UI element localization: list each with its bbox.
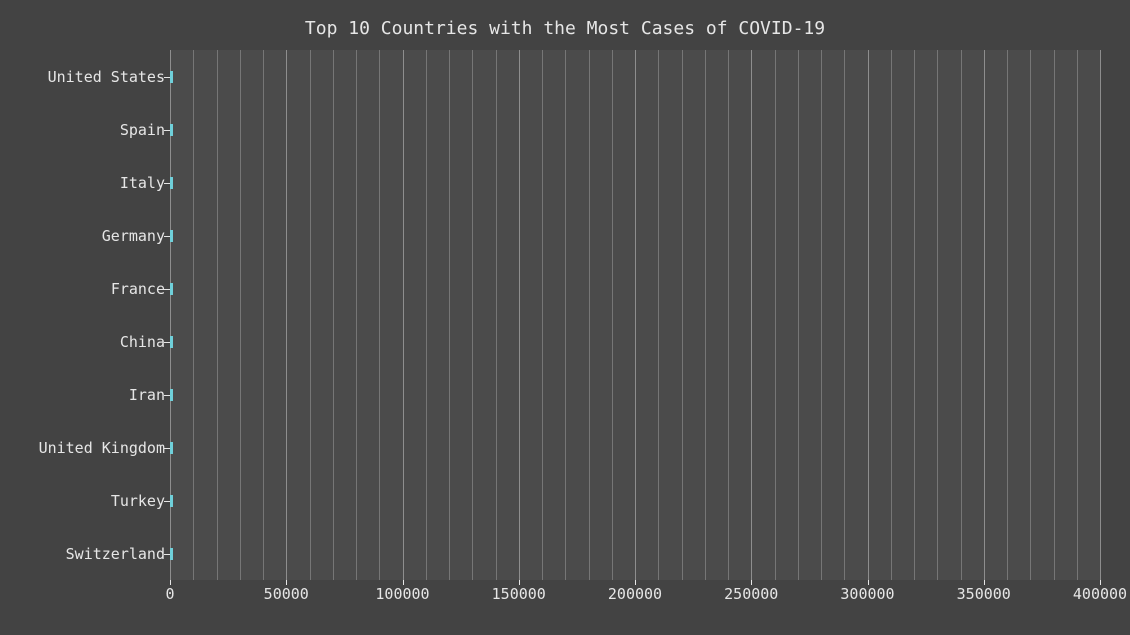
bar xyxy=(170,124,173,136)
gridline xyxy=(635,50,636,580)
gridline-minor xyxy=(937,50,938,580)
gridline xyxy=(403,50,404,580)
y-tick-label: France xyxy=(111,280,165,298)
x-tick-mark xyxy=(635,580,636,585)
x-tick-label: 300000 xyxy=(840,585,894,603)
gridline-minor xyxy=(705,50,706,580)
x-tick-mark xyxy=(286,580,287,585)
bar xyxy=(170,283,173,295)
gridline xyxy=(286,50,287,580)
gridline-minor xyxy=(891,50,892,580)
gridline-minor xyxy=(914,50,915,580)
chart-title: Top 10 Countries with the Most Cases of … xyxy=(0,18,1130,39)
gridline-minor xyxy=(263,50,264,580)
gridline-minor xyxy=(449,50,450,580)
x-tick-mark xyxy=(751,580,752,585)
y-tick-label: United Kingdom xyxy=(39,439,165,457)
gridline-minor xyxy=(333,50,334,580)
gridline xyxy=(519,50,520,580)
gridline xyxy=(1100,50,1101,580)
gridline-minor xyxy=(775,50,776,580)
gridline xyxy=(868,50,869,580)
gridline-minor xyxy=(658,50,659,580)
gridline-minor xyxy=(1054,50,1055,580)
gridline-minor xyxy=(426,50,427,580)
gridline-minor xyxy=(612,50,613,580)
x-tick-mark xyxy=(519,580,520,585)
bar xyxy=(170,336,173,348)
gridline-minor xyxy=(379,50,380,580)
x-tick-mark xyxy=(984,580,985,585)
y-tick-label: China xyxy=(120,333,165,351)
gridline xyxy=(751,50,752,580)
bar xyxy=(170,71,173,83)
gridline-minor xyxy=(193,50,194,580)
y-tick-label: Germany xyxy=(102,227,165,245)
gridline-minor xyxy=(356,50,357,580)
x-tick-label: 250000 xyxy=(724,585,778,603)
gridline-minor xyxy=(844,50,845,580)
x-tick-label: 400000 xyxy=(1073,585,1127,603)
x-tick-mark xyxy=(1100,580,1101,585)
gridline-minor xyxy=(798,50,799,580)
gridline-minor xyxy=(1077,50,1078,580)
gridline-minor xyxy=(472,50,473,580)
gridline-minor xyxy=(496,50,497,580)
gridline-minor xyxy=(682,50,683,580)
bar xyxy=(170,548,173,560)
bar xyxy=(170,230,173,242)
x-tick-label: 350000 xyxy=(957,585,1011,603)
bar xyxy=(170,495,173,507)
x-tick-mark xyxy=(868,580,869,585)
gridline-minor xyxy=(728,50,729,580)
plot-area xyxy=(170,50,1100,580)
x-tick-label: 100000 xyxy=(375,585,429,603)
y-tick-label: Turkey xyxy=(111,492,165,510)
y-tick-label: Spain xyxy=(120,121,165,139)
gridline-minor xyxy=(1007,50,1008,580)
x-tick-mark xyxy=(403,580,404,585)
y-tick-label: United States xyxy=(48,68,165,86)
bar xyxy=(170,389,173,401)
gridline-minor xyxy=(310,50,311,580)
gridline xyxy=(984,50,985,580)
gridline-minor xyxy=(961,50,962,580)
bar xyxy=(170,177,173,189)
gridline-minor xyxy=(565,50,566,580)
gridline-minor xyxy=(589,50,590,580)
y-tick-label: Iran xyxy=(129,386,165,404)
x-tick-label: 50000 xyxy=(264,585,309,603)
gridline-minor xyxy=(1030,50,1031,580)
chart-container: Top 10 Countries with the Most Cases of … xyxy=(0,0,1130,635)
y-tick-label: Italy xyxy=(120,174,165,192)
x-tick-label: 0 xyxy=(165,585,174,603)
gridline-minor xyxy=(821,50,822,580)
y-tick-label: Switzerland xyxy=(66,545,165,563)
x-tick-label: 150000 xyxy=(492,585,546,603)
bar xyxy=(170,442,173,454)
x-tick-mark xyxy=(170,580,171,585)
gridline-minor xyxy=(240,50,241,580)
x-tick-label: 200000 xyxy=(608,585,662,603)
gridline-minor xyxy=(217,50,218,580)
gridline-minor xyxy=(542,50,543,580)
